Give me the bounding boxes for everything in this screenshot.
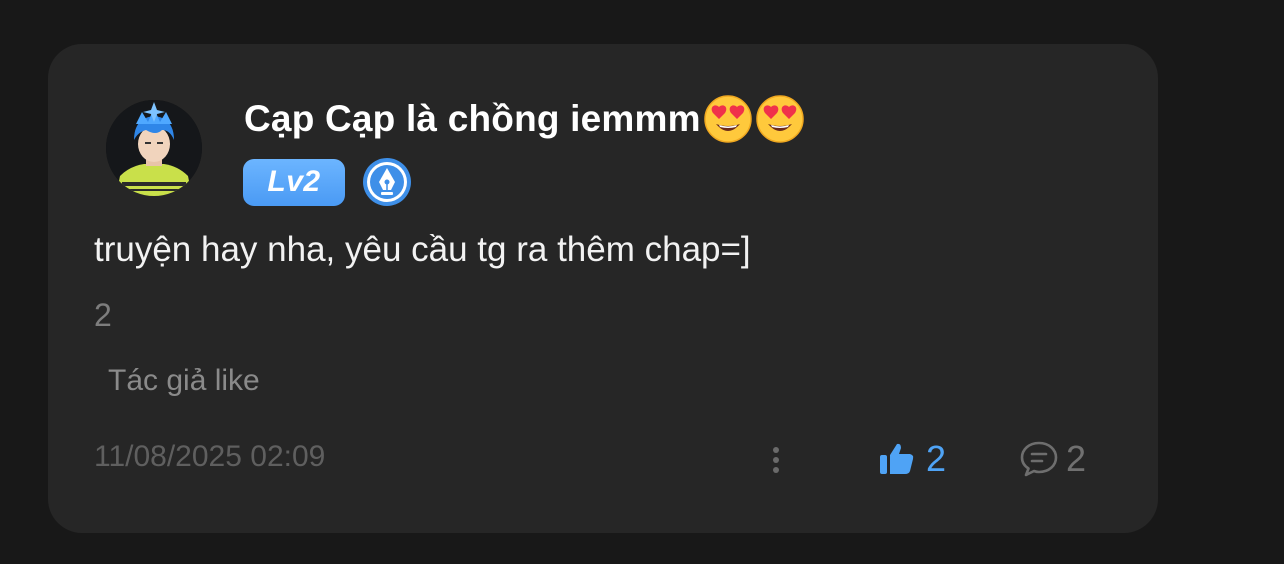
thumbs-up-icon <box>880 443 914 474</box>
heart-eyes-emoji-icon <box>703 94 753 144</box>
username[interactable]: Cạp Cạp là chồng iemmm <box>244 94 805 144</box>
avatar[interactable] <box>106 100 202 196</box>
username-text: Cạp Cạp là chồng iemmm <box>244 98 701 139</box>
comment-timestamp: 11/08/2025 02:09 <box>94 440 326 473</box>
reply-button[interactable]: 2 <box>1018 436 1086 482</box>
comment-count-value: 2 <box>94 297 112 333</box>
more-vertical-icon <box>773 447 779 473</box>
heart-eyes-emoji-icon <box>755 94 805 144</box>
reply-count: 2 <box>1066 438 1087 479</box>
comment-body: truyện hay nha, yêu cầu tg ra thêm chap=… <box>94 230 751 269</box>
pen-nib-badge-icon <box>361 156 413 208</box>
level-badge: Lv2 <box>243 158 345 206</box>
author-like-label: Tác giả like <box>108 364 260 397</box>
like-count: 2 <box>926 438 947 479</box>
user-badges: Lv2 <box>243 156 413 208</box>
comment-bubble-icon <box>1020 441 1058 477</box>
comment-card: Cạp Cạp là chồng iemmm Lv2 truyện hay nh… <box>48 44 1158 533</box>
avatar-image <box>106 100 202 196</box>
like-button[interactable]: 2 <box>878 436 946 482</box>
more-options-button[interactable] <box>762 440 790 480</box>
